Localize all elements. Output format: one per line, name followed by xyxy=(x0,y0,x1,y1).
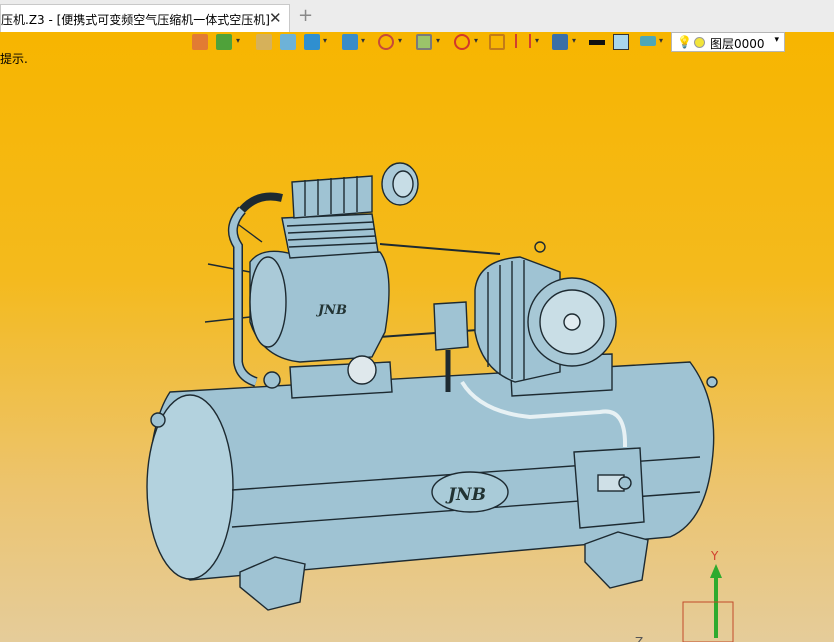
close-tab-icon[interactable]: ✕ xyxy=(269,9,282,27)
tank-valve xyxy=(706,376,718,388)
tank-valve xyxy=(150,412,166,428)
y-axis-arrowhead xyxy=(710,564,722,578)
z-axis-label: Z xyxy=(635,635,643,642)
axis-box xyxy=(682,601,734,642)
pump-brand-label: JNB xyxy=(315,303,347,318)
pump-flywheel xyxy=(249,256,287,348)
y-axis-label: Y xyxy=(710,549,719,563)
motor-shaft-cap xyxy=(563,313,581,331)
air-compressor-model[interactable]: JNB JNB Y Z xyxy=(0,32,834,642)
pressure-gauge xyxy=(347,355,377,385)
lifting-eye xyxy=(534,241,546,253)
tank-foot xyxy=(584,531,649,589)
new-tab-button[interactable]: + xyxy=(298,5,313,26)
valve-block xyxy=(291,175,373,219)
document-tab[interactable]: 压机.Z3 - [便携式可变频空气压缩机一体式空压机] ✕ xyxy=(0,4,290,32)
support-strut xyxy=(204,316,251,323)
tank-brand-label: JNB xyxy=(445,485,486,505)
pump-base xyxy=(289,361,393,399)
document-tab-title: 压机.Z3 - [便携式可变频空气压缩机一体式空压机] xyxy=(1,13,270,27)
pressure-switch xyxy=(433,301,469,351)
discharge-pipe xyxy=(239,192,283,213)
air-filter-cap xyxy=(392,170,414,198)
tab-bar: 压机.Z3 - [便携式可变频空气压缩机一体式空压机] ✕ + xyxy=(0,0,834,33)
axis-triad: Y Z xyxy=(635,549,734,642)
3d-viewport[interactable]: 提示. ▾ ▾ ▾ ▾ ▾ ▾ ▾ ▾ ▾ 💡 图层0000 ▾ JNB JNB… xyxy=(0,32,834,642)
support-strut xyxy=(207,263,251,273)
control-box-knob xyxy=(618,476,632,490)
pressure-gauge xyxy=(263,371,281,389)
